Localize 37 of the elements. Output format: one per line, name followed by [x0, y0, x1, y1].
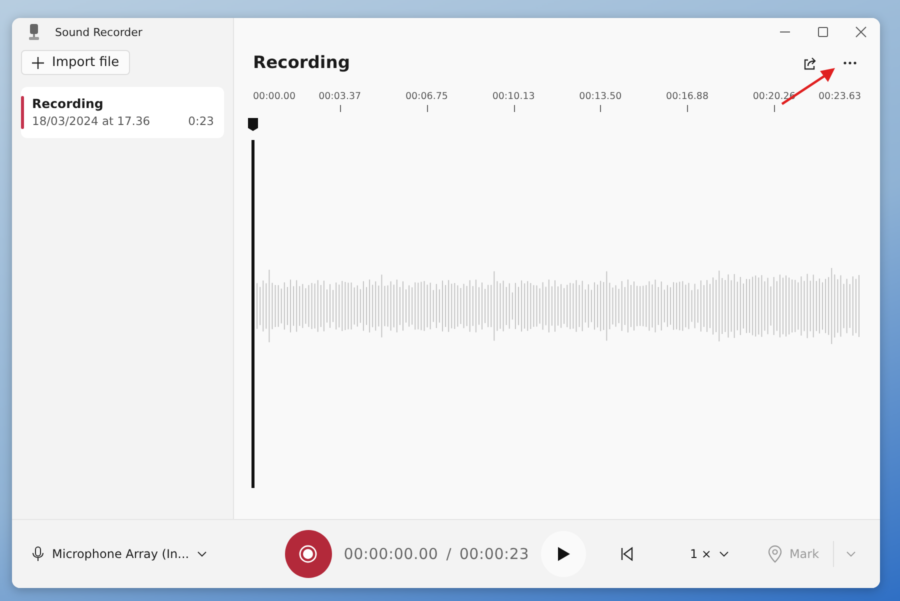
- record-button[interactable]: [284, 530, 332, 578]
- time-label: 00:00.00: [253, 91, 296, 102]
- time-label: 00:23.63: [818, 91, 861, 102]
- time-label: 00:10.13: [492, 91, 535, 102]
- time-label: 00:16.88: [666, 91, 709, 102]
- playhead[interactable]: [247, 118, 259, 488]
- microphone-selector[interactable]: Microphone Array (In...: [32, 546, 285, 562]
- time-label: 00:13.50: [579, 91, 622, 102]
- import-file-button[interactable]: Import file: [21, 50, 130, 75]
- time-label: 00:06.75: [405, 91, 448, 102]
- microphone-icon: [32, 546, 44, 562]
- window-title: Sound Recorder: [55, 26, 142, 38]
- microphone-icon: [27, 24, 41, 40]
- current-time: 00:00:00.00: [344, 545, 438, 563]
- skip-back-icon: [620, 547, 634, 561]
- recording-date: 18/03/2024 at 17.36: [32, 114, 150, 128]
- time-separator: /: [446, 545, 452, 563]
- chevron-down-icon: [846, 551, 856, 557]
- playback-speed-selector[interactable]: 1 ×: [684, 546, 736, 562]
- maximize-icon: [817, 26, 829, 38]
- plus-icon: [32, 56, 44, 68]
- chevron-down-icon: [719, 551, 730, 557]
- recording-duration: 0:23: [188, 114, 214, 128]
- chevron-down-icon: [197, 551, 208, 557]
- recording-title: Recording: [32, 96, 104, 111]
- recording-item[interactable]: Recording 18/03/2024 at 17.36 0:23: [21, 87, 224, 138]
- share-icon: [803, 56, 817, 70]
- time-label: 00:03.37: [318, 91, 362, 102]
- total-time: 00:00:23: [459, 545, 530, 563]
- record-icon: [299, 545, 318, 563]
- close-icon: [855, 26, 867, 38]
- location-pin-icon: [767, 545, 784, 563]
- more-icon: [843, 61, 857, 65]
- play-icon: [556, 546, 571, 562]
- selection-indicator: [21, 96, 24, 129]
- play-button[interactable]: [541, 531, 586, 577]
- recording-heading: Recording: [253, 53, 350, 73]
